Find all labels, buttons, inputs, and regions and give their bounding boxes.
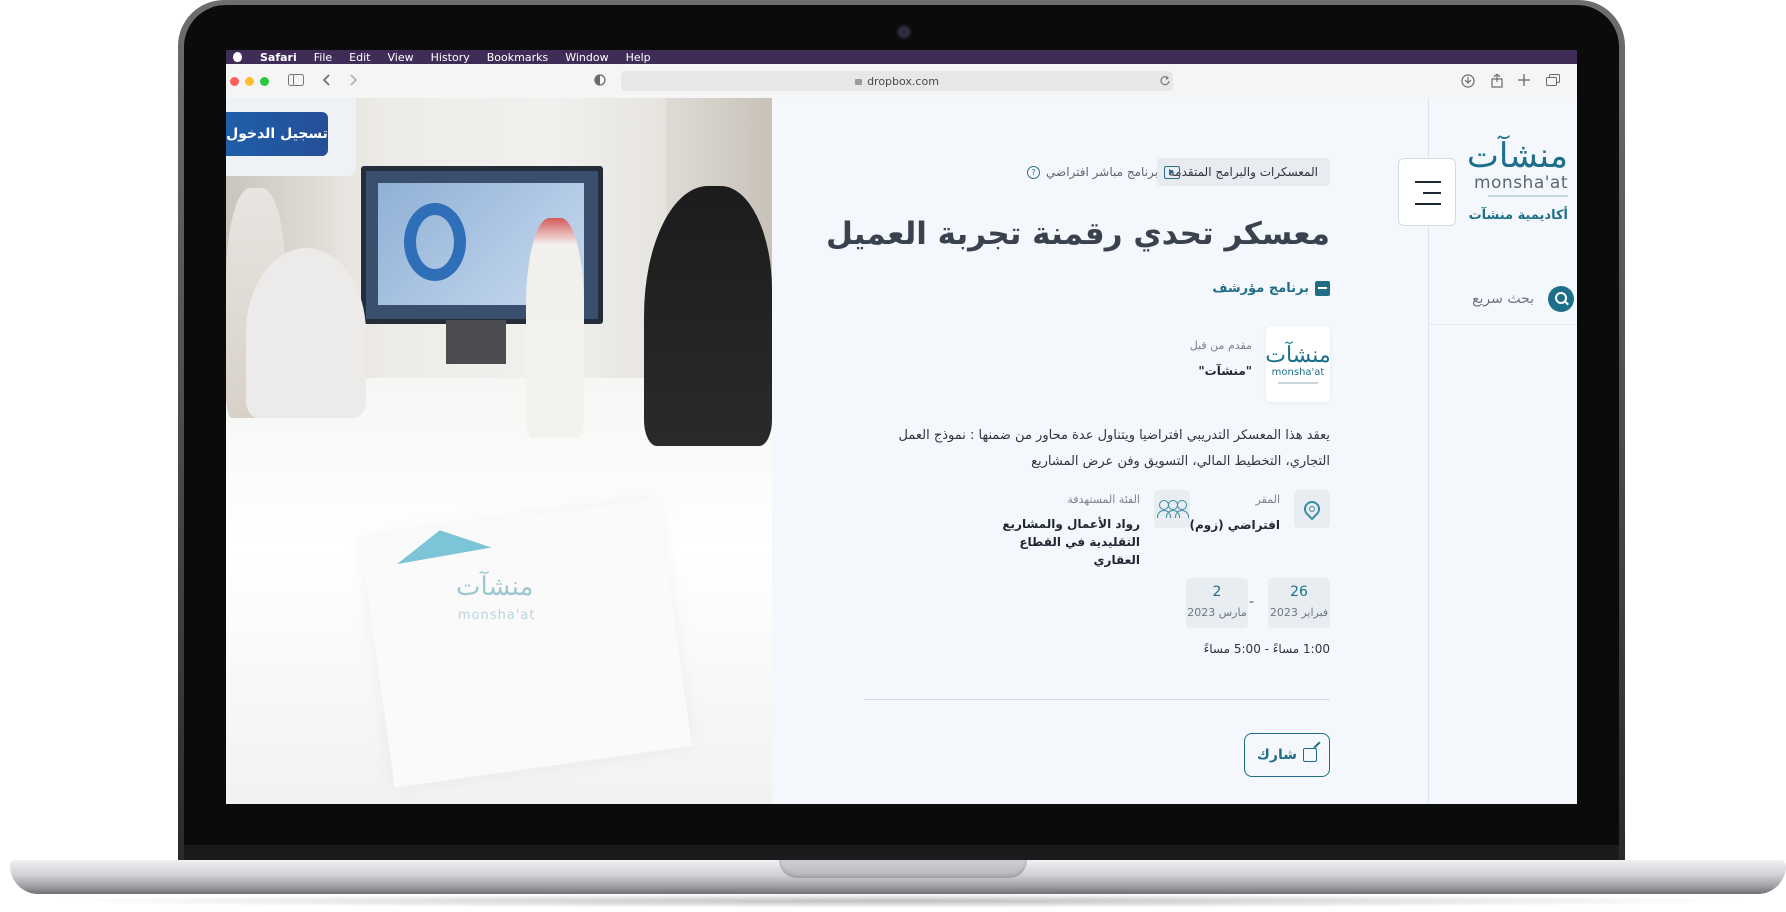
date-separator: - bbox=[1248, 594, 1254, 610]
laptop-shadow bbox=[40, 894, 1756, 908]
end-date: 2 مارس 2023 bbox=[1186, 578, 1248, 628]
program-mode: برنامج مباشر افتراضي ? bbox=[1027, 158, 1180, 186]
minimize-window-button[interactable] bbox=[245, 77, 254, 86]
reload-icon[interactable] bbox=[1160, 75, 1170, 89]
provider-name: "منشآت" bbox=[1198, 364, 1252, 378]
photo-person-left-body bbox=[246, 248, 366, 418]
login-container: تسجيل الدخول bbox=[226, 98, 356, 176]
photo-donut-chart bbox=[404, 203, 466, 281]
location-value: افتراضي (زوم) bbox=[1189, 518, 1281, 532]
hamburger-menu-button[interactable] bbox=[1398, 158, 1456, 226]
menu-bookmarks[interactable]: Bookmarks bbox=[487, 51, 548, 64]
address-bar[interactable]: dropbox.com bbox=[621, 71, 1173, 91]
audience-value: رواد الأعمال والمشاريع التقليدية في القط… bbox=[1002, 517, 1140, 567]
back-icon[interactable] bbox=[322, 74, 332, 89]
login-button[interactable]: تسجيل الدخول bbox=[226, 112, 328, 156]
sidebar-toggle-icon[interactable] bbox=[288, 74, 304, 89]
location-label: المقر bbox=[1255, 493, 1280, 506]
brand-logo-underline bbox=[1488, 195, 1568, 197]
camera-icon bbox=[896, 24, 912, 40]
share-icon[interactable] bbox=[1491, 73, 1503, 91]
menu-line-2 bbox=[1423, 192, 1441, 194]
audience-label: الفئة المستهدفة bbox=[1067, 493, 1140, 506]
menu-edit[interactable]: Edit bbox=[349, 51, 370, 64]
photo-person-right bbox=[644, 186, 772, 446]
users-icon bbox=[1157, 500, 1189, 518]
provider-logo: منشآت monsha'at bbox=[1265, 326, 1331, 402]
program-time: 1:00 مساءً - 5:00 مساءً bbox=[1203, 642, 1330, 656]
photo-person-center bbox=[526, 218, 584, 438]
photo-paper-logo-latin: monsha'at bbox=[458, 608, 536, 623]
brand-logo-ar: منشآت bbox=[1466, 136, 1568, 176]
info-icon[interactable]: ? bbox=[1027, 165, 1041, 179]
menu-line-3 bbox=[1415, 203, 1441, 205]
section-divider bbox=[864, 699, 1330, 700]
search-label: بحث سريع bbox=[1472, 291, 1534, 307]
program-mode-label: برنامج مباشر افتراضي bbox=[1046, 165, 1158, 179]
share-label: شارك bbox=[1257, 747, 1297, 763]
end-month: مارس 2023 bbox=[1187, 606, 1247, 619]
start-date: 26 فبراير 2023 bbox=[1268, 578, 1330, 628]
map-pin-icon bbox=[1300, 497, 1324, 521]
macos-menubar: Safari File Edit View History Bookmarks … bbox=[226, 50, 1577, 64]
apple-icon[interactable] bbox=[230, 50, 244, 64]
menu-file[interactable]: File bbox=[314, 51, 332, 64]
provider-logo-underline bbox=[1278, 381, 1318, 384]
menu-line-1 bbox=[1415, 181, 1441, 183]
address-url: dropbox.com bbox=[867, 74, 939, 88]
archived-label: برنامج مؤرشف bbox=[1212, 281, 1309, 296]
brand-logo[interactable]: منشآت monsha'at bbox=[1467, 138, 1568, 197]
menu-safari[interactable]: Safari bbox=[260, 51, 297, 64]
laptop-hinge bbox=[184, 845, 1619, 861]
safari-toolbar: dropbox.com bbox=[226, 64, 1577, 99]
forward-icon[interactable] bbox=[348, 74, 358, 89]
category-chip[interactable]: المعسكرات والبرامج المتقدمة bbox=[1156, 158, 1330, 186]
zoom-window-button[interactable] bbox=[260, 77, 269, 86]
lock-icon bbox=[855, 79, 863, 85]
close-window-button[interactable] bbox=[230, 77, 239, 86]
audience-icon-box bbox=[1154, 490, 1190, 528]
provider-logo-latin: monsha'at bbox=[1271, 366, 1325, 378]
menu-view[interactable]: View bbox=[387, 51, 413, 64]
privacy-report-icon[interactable] bbox=[594, 74, 606, 89]
share-button[interactable]: شارك bbox=[1244, 733, 1330, 777]
hero-photo: منشآت monsha'at تسجيل الدخول bbox=[226, 98, 772, 804]
program-details: المعسكرات والبرامج المتقدمة برنامج مباشر… bbox=[772, 98, 1428, 804]
quick-search[interactable]: بحث سريع bbox=[1429, 276, 1577, 325]
start-day: 26 bbox=[1290, 584, 1308, 600]
screen: Safari File Edit View History Bookmarks … bbox=[226, 50, 1577, 804]
play-icon bbox=[1164, 165, 1180, 179]
page-title: معسكر تحدي رقمنة تجربة العميل bbox=[826, 216, 1330, 252]
menu-history[interactable]: History bbox=[431, 51, 470, 64]
menu-help[interactable]: Help bbox=[626, 51, 651, 64]
web-page: منشآت monsha'at تسجيل الدخول المعسكرات و… bbox=[226, 98, 1577, 804]
start-month: فبراير 2023 bbox=[1269, 606, 1329, 619]
location-icon-box bbox=[1294, 490, 1330, 528]
end-day: 2 bbox=[1212, 584, 1222, 600]
menu-window[interactable]: Window bbox=[565, 51, 608, 64]
external-link-icon bbox=[1302, 748, 1317, 762]
search-icon[interactable] bbox=[1548, 286, 1574, 312]
laptop-notch bbox=[779, 860, 1027, 878]
brand-name[interactable]: أكاديمية منشآت bbox=[1469, 208, 1568, 223]
brand-logo-latin: monsha'at bbox=[1473, 173, 1568, 193]
new-tab-icon[interactable] bbox=[1518, 74, 1530, 89]
program-description: يعقد هذا المعسكر التدريبي افتراضيا ويتنا… bbox=[898, 428, 1330, 469]
provider-logo-ar: منشآت bbox=[1265, 342, 1331, 368]
provider-label: مقدم من قبل bbox=[1189, 339, 1252, 352]
photo-screen-stand bbox=[446, 320, 506, 364]
downloads-icon[interactable] bbox=[1461, 74, 1475, 91]
archive-icon bbox=[1315, 281, 1330, 296]
photo-paper-logo: منشآت bbox=[456, 572, 534, 602]
archived-badge: برنامج مؤرشف bbox=[1212, 281, 1330, 296]
tab-overview-icon[interactable] bbox=[1546, 74, 1560, 89]
